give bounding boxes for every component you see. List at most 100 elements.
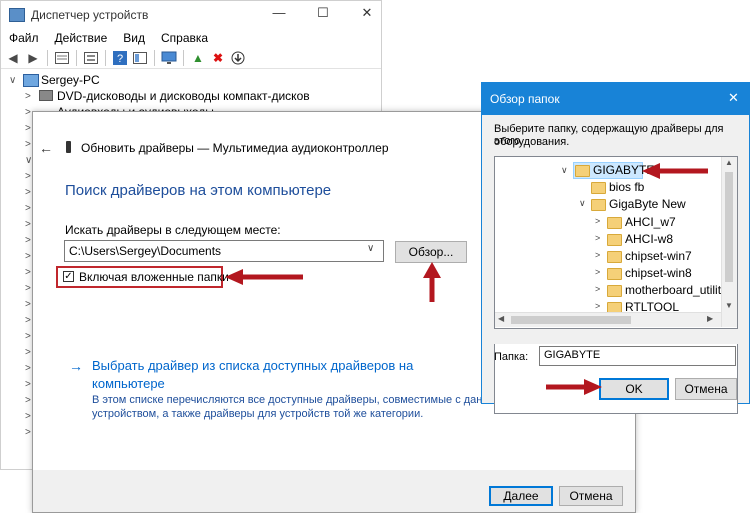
update-driver-icon[interactable]: ▲ (190, 50, 206, 66)
browse-cancel-button[interactable]: Отмена (675, 378, 737, 400)
folder-chipset-win8[interactable]: chipset-win8 (625, 265, 692, 281)
svg-text:?: ? (117, 53, 123, 65)
next-button[interactable]: Далее (489, 486, 553, 506)
collapsed-chevron-icon[interactable]: > (25, 347, 31, 358)
red-arrow-left-icon (225, 269, 303, 285)
collapsed-chevron-icon[interactable]: > (595, 301, 600, 311)
pick-driver-desc: В этом списке перечисляются все доступны… (92, 394, 504, 406)
browse-title: Обзор папок (490, 92, 560, 106)
expanded-chevron-icon[interactable]: ∨ (9, 75, 16, 86)
path-combobox[interactable]: C:\Users\Sergey\Documents ∨ (64, 240, 384, 262)
computer-icon (23, 74, 39, 87)
help-icon[interactable]: ? (112, 50, 128, 66)
folder-gigabyte-new[interactable]: GigaByte New (609, 196, 686, 212)
browse-instruction-cont: оборудования. (494, 136, 570, 148)
collapsed-chevron-icon[interactable]: > (25, 331, 31, 342)
arrow-right-icon: → (69, 358, 83, 374)
tree-mask (494, 329, 738, 344)
collapsed-chevron-icon[interactable]: > (25, 235, 31, 246)
device-manager-icon (9, 8, 25, 22)
expanded-chevron-icon[interactable]: ∨ (579, 198, 586, 209)
scroll-right-icon[interactable]: ▶ (707, 314, 713, 323)
collapsed-chevron-icon[interactable]: > (25, 219, 31, 230)
scroll-down-icon[interactable]: ▼ (725, 301, 733, 310)
menu-view[interactable]: Вид (115, 29, 153, 47)
search-location-label: Искать драйверы в следующем месте: (65, 223, 281, 237)
collapsed-chevron-icon[interactable]: > (595, 284, 600, 294)
folder-chipset-win7[interactable]: chipset-win7 (625, 248, 692, 264)
collapsed-chevron-icon[interactable]: > (25, 139, 31, 150)
pick-driver-desc-cont: устройством, а также драйверы для устрой… (92, 408, 424, 420)
properties-icon[interactable] (54, 50, 70, 66)
list-icon[interactable] (83, 50, 99, 66)
vertical-scrollbar[interactable]: ▲ ▼ (721, 157, 737, 327)
forward-icon[interactable]: ▶ (25, 50, 41, 66)
dialog-header: Обновить драйверы — Мультимедиа аудиокон… (81, 141, 389, 155)
window-title: Диспетчер устройств (31, 8, 149, 22)
menu-action[interactable]: Действие (47, 29, 116, 47)
red-arrow-right-icon (546, 379, 602, 395)
menu-bar: Файл Действие Вид Справка (1, 29, 381, 47)
collapsed-chevron-icon[interactable]: > (25, 427, 31, 438)
collapsed-chevron-icon[interactable]: > (25, 395, 31, 406)
collapsed-chevron-icon[interactable]: > (25, 379, 31, 390)
ok-button[interactable]: OK (599, 378, 669, 400)
collapsed-chevron-icon[interactable]: > (25, 267, 31, 278)
folder-icon (591, 182, 606, 194)
collapsed-chevron-icon[interactable]: > (25, 171, 31, 182)
folder-icon (607, 268, 622, 280)
collapsed-chevron-icon[interactable]: > (25, 91, 31, 102)
folder-ahci-w8[interactable]: AHCI-w8 (625, 231, 673, 247)
maximize-button[interactable]: ☐ (313, 5, 333, 23)
close-icon[interactable]: ✕ (728, 90, 739, 106)
browse-folders-dialog: Обзор папок ✕ Выберите папку, содержащую… (481, 82, 750, 414)
page-heading: Поиск драйверов на этом компьютере (65, 182, 332, 199)
folder-icon (607, 217, 622, 229)
include-subfolders-checkbox[interactable]: ✓ (63, 271, 74, 282)
folder-tree[interactable]: ∨ GIGABYTE bios fb ∨ GigaByte New > AHCI… (494, 156, 738, 414)
details-icon[interactable] (132, 50, 148, 66)
scan-hardware-icon[interactable] (230, 50, 246, 66)
folder-input[interactable]: GIGABYTE (539, 346, 736, 366)
cancel-button[interactable]: Отмена (559, 486, 623, 506)
horizontal-scrollbar[interactable]: ◀ ▶ (495, 312, 721, 327)
collapsed-chevron-icon[interactable]: > (25, 187, 31, 198)
expanded-chevron-icon[interactable]: ∨ (561, 165, 568, 176)
minimize-button[interactable]: — (269, 5, 289, 23)
folder-icon (607, 251, 622, 263)
tree-root[interactable]: Sergey-PC (41, 72, 100, 88)
back-icon[interactable]: ◀ (5, 50, 21, 66)
collapsed-chevron-icon[interactable]: > (25, 363, 31, 374)
menu-help[interactable]: Справка (153, 29, 216, 47)
collapsed-chevron-icon[interactable]: > (25, 411, 31, 422)
collapsed-chevron-icon[interactable]: > (25, 283, 31, 294)
chevron-down-icon[interactable]: ∨ (367, 243, 374, 254)
toolbar: ◀ ▶ ? ▲ ✖ (1, 47, 381, 69)
tree-item-dvd[interactable]: DVD-дисководы и дисководы компакт-дисков (57, 88, 310, 104)
hscrollbar-thumb[interactable] (511, 316, 631, 324)
close-button[interactable]: ✕ (357, 5, 377, 23)
pick-driver-link[interactable]: Выбрать драйвер из списка доступных драй… (92, 358, 413, 373)
scrollbar-thumb[interactable] (725, 172, 733, 282)
collapsed-chevron-icon[interactable]: > (25, 299, 31, 310)
collapsed-chevron-icon[interactable]: > (595, 250, 600, 260)
collapsed-chevron-icon[interactable]: > (595, 267, 600, 277)
scroll-left-icon[interactable]: ◀ (498, 314, 504, 323)
pick-driver-link-cont[interactable]: компьютере (92, 376, 165, 391)
back-arrow-icon[interactable]: ← (39, 140, 53, 156)
collapsed-chevron-icon[interactable]: > (595, 216, 600, 226)
uninstall-icon[interactable]: ✖ (210, 50, 226, 66)
folder-ahci-w7[interactable]: AHCI_w7 (625, 214, 676, 230)
scroll-up-icon[interactable]: ▲ (725, 158, 733, 167)
collapsed-chevron-icon[interactable]: > (25, 107, 31, 118)
collapsed-chevron-icon[interactable]: > (25, 251, 31, 262)
collapsed-chevron-icon[interactable]: > (25, 123, 31, 134)
menu-file[interactable]: Файл (1, 29, 47, 47)
title-bar: Диспетчер устройств — ☐ ✕ (1, 1, 381, 29)
collapsed-chevron-icon[interactable]: > (595, 233, 600, 243)
browse-button[interactable]: Обзор... (395, 241, 467, 263)
collapsed-chevron-icon[interactable]: > (25, 203, 31, 214)
monitor-icon[interactable] (161, 50, 177, 66)
collapsed-chevron-icon[interactable]: > (25, 315, 31, 326)
dvd-drive-icon (39, 90, 53, 101)
